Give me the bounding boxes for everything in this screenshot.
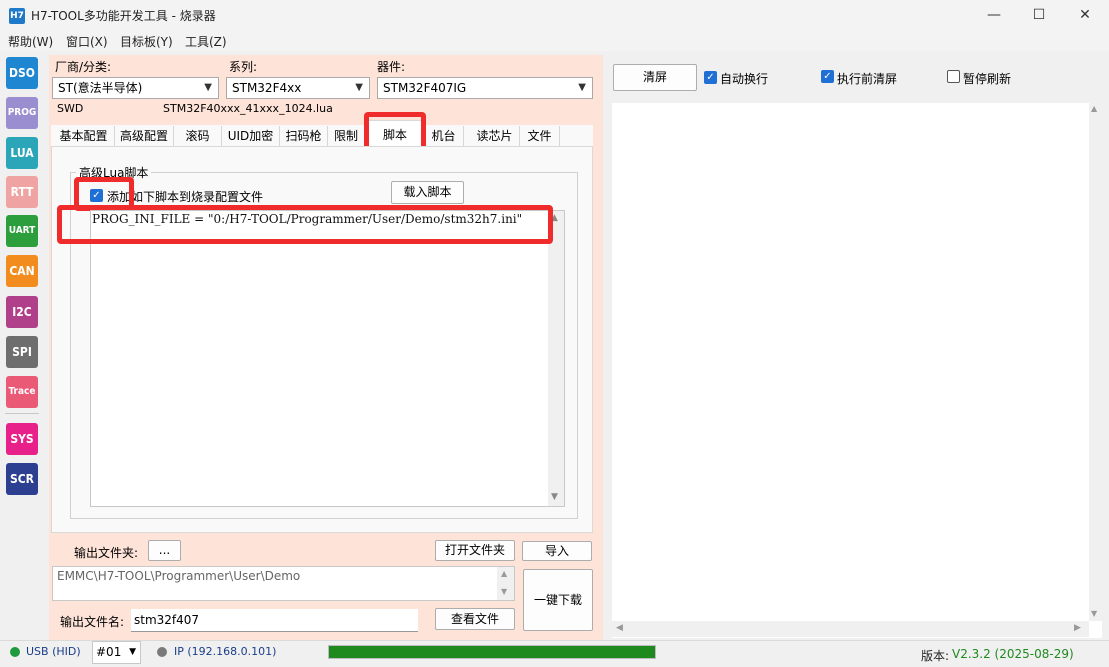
menu-target-board[interactable]: 目标板(Y) [120, 33, 173, 50]
pause-refresh-checkbox[interactable] [947, 70, 960, 83]
scroll-down-icon[interactable]: ▼ [501, 587, 507, 596]
sidebar-dso-button[interactable]: DSO [6, 57, 38, 89]
usb-status-icon [10, 647, 20, 657]
version-value: V2.3.2 (2025-08-29) [952, 647, 1074, 661]
auto-wrap-checkbox[interactable]: ✓ [704, 71, 717, 84]
menu-help[interactable]: 帮助(W) [8, 33, 53, 50]
ip-status-text: IP (192.168.0.101) [174, 645, 277, 658]
scroll-up-icon[interactable]: ▲ [1091, 104, 1097, 113]
output-filename-input[interactable]: stm32f407 [131, 609, 418, 632]
tab-machine[interactable]: 机台 [424, 126, 464, 146]
tab-scanner[interactable]: 扫码枪 [280, 126, 328, 146]
script-editor[interactable] [90, 210, 565, 507]
highlight-script-line [57, 205, 553, 244]
chevron-down-icon: ▼ [129, 647, 136, 657]
vendor-label: 厂商/分类: [55, 60, 112, 74]
close-button[interactable]: ✕ [1062, 0, 1108, 31]
menu-tools[interactable]: 工具(Z) [185, 33, 227, 50]
load-script-button[interactable]: 载入脚本 [391, 181, 464, 204]
open-folder-button[interactable]: 打开文件夹 [435, 540, 515, 561]
network-status-icon [157, 647, 167, 657]
window-title: H7-TOOL多功能开发工具 - 烧录器 [31, 9, 216, 23]
sidebar-scr-button[interactable]: SCR [6, 463, 38, 495]
tab-advanced-config[interactable]: 高级配置 [115, 126, 174, 146]
tab-basic-config[interactable]: 基本配置 [53, 126, 115, 146]
sidebar-divider [5, 413, 39, 414]
chevron-down-icon: ▼ [578, 82, 586, 93]
scroll-right-icon[interactable]: ▶ [1074, 623, 1081, 633]
output-filename-label: 输出文件名: [60, 615, 125, 629]
app-icon: H7 [9, 8, 25, 24]
series-select[interactable]: STM32F4xx ▼ [226, 77, 370, 99]
part-select[interactable]: STM32F407IG ▼ [377, 77, 593, 99]
scroll-up-icon[interactable]: ▲ [501, 569, 507, 578]
sidebar-lua-button[interactable]: LUA [6, 137, 38, 169]
part-value: STM32F407IG [383, 81, 467, 95]
browse-folder-button[interactable]: ... [148, 540, 181, 561]
version-label: 版本: [921, 649, 950, 663]
progress-bar-fill [329, 646, 655, 658]
device-index-value: #01 [96, 645, 122, 659]
log-vscrollbar[interactable] [1089, 103, 1102, 621]
scroll-down-icon[interactable]: ▼ [1091, 609, 1097, 618]
vendor-value: ST(意法半导体) [58, 81, 143, 95]
sidebar-uart-button[interactable]: UART [6, 215, 38, 247]
minimize-button[interactable]: — [971, 0, 1017, 31]
menu-bar: 帮助(W) 窗口(X) 目标板(Y) 工具(Z) [0, 31, 1109, 51]
maximize-button[interactable]: ☐ [1016, 0, 1062, 31]
log-output-area[interactable] [612, 103, 1102, 638]
sidebar-spi-button[interactable]: SPI [6, 336, 38, 368]
vendor-select[interactable]: ST(意法半导体) ▼ [52, 77, 219, 99]
tab-file[interactable]: 文件 [520, 126, 560, 146]
menu-window[interactable]: 窗口(X) [66, 33, 108, 50]
sidebar-i2c-button[interactable]: I2C [6, 296, 38, 328]
sidebar-can-button[interactable]: CAN [6, 255, 38, 287]
output-folder-label: 输出文件夹: [74, 546, 139, 560]
tab-limit[interactable]: 限制 [328, 126, 365, 146]
clear-screen-button[interactable]: 清屏 [613, 64, 697, 91]
pause-refresh-label: 暂停刷新 [963, 72, 1012, 86]
import-button[interactable]: 导入 [522, 541, 592, 561]
auto-wrap-label: 自动换行 [720, 72, 769, 86]
sidebar-prog-button[interactable]: PROG [6, 97, 38, 129]
usb-status-text: USB (HID) [26, 645, 81, 658]
progress-bar [328, 645, 656, 659]
scroll-left-icon[interactable]: ◀ [616, 623, 623, 633]
tab-read-chip[interactable]: 读芯片 [470, 126, 520, 146]
chevron-down-icon: ▼ [204, 82, 212, 93]
tab-uid-encrypt[interactable]: UID加密 [222, 126, 280, 146]
one-click-download-button[interactable]: 一键下载 [523, 569, 593, 631]
sidebar-rtt-button[interactable]: RTT [6, 176, 38, 208]
scroll-down-icon[interactable]: ▼ [551, 492, 558, 502]
lua-file-text: STM32F40xxx_41xxx_1024.lua [163, 102, 333, 115]
interface-text: SWD [57, 102, 84, 115]
editor-scrollbar[interactable] [548, 211, 564, 506]
view-file-button[interactable]: 查看文件 [435, 608, 515, 630]
device-index-select[interactable]: #01 ▼ [92, 641, 141, 664]
clear-before-exec-checkbox[interactable]: ✓ [821, 70, 834, 83]
series-label: 系列: [229, 60, 258, 74]
title-bar: H7 H7-TOOL多功能开发工具 - 烧录器 — ☐ ✕ [0, 0, 1109, 31]
sidebar-sys-button[interactable]: SYS [6, 423, 38, 455]
part-label: 器件: [377, 60, 406, 74]
sidebar-trace-button[interactable]: Trace [6, 376, 38, 408]
chevron-down-icon: ▼ [355, 82, 363, 93]
log-hscrollbar[interactable] [612, 621, 1089, 637]
series-value: STM32F4xx [232, 81, 302, 95]
tab-rolling-code[interactable]: 滚码 [174, 126, 222, 146]
clear-before-exec-label: 执行前清屏 [837, 72, 898, 86]
folder-path-text: EMMC\H7-TOOL\Programmer\User\Demo [57, 569, 301, 583]
